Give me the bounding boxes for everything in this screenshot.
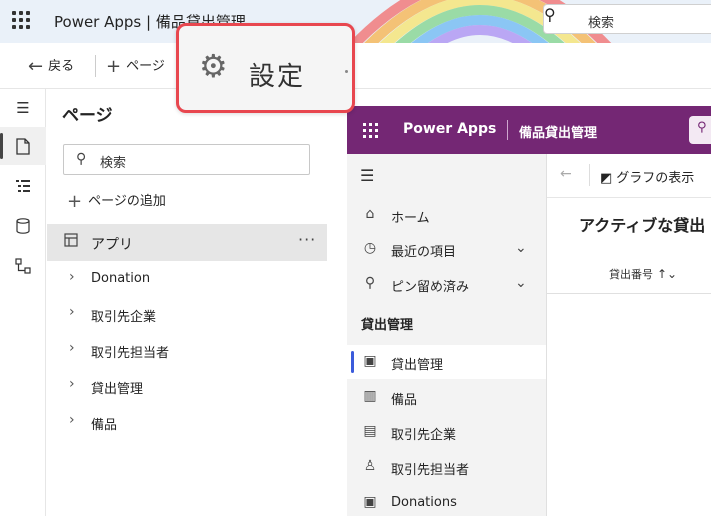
show-chart-button[interactable]: ◩ グラフの表示: [600, 167, 694, 186]
nav-item-donations[interactable]: ▣ Donations: [347, 486, 546, 516]
settings-callout[interactable]: ⚙ 設定: [176, 23, 355, 113]
view-title[interactable]: アクティブな貸出: [579, 212, 705, 236]
plus-icon: +: [67, 191, 83, 212]
add-page-button[interactable]: + ページ: [106, 55, 165, 77]
preview-search-button[interactable]: ⚲: [689, 116, 711, 144]
chevron-down-icon[interactable]: ⌄: [515, 275, 527, 291]
chevron-right-icon[interactable]: ›: [69, 376, 75, 392]
nav-label: 最近の項目: [391, 245, 457, 260]
nav-item-home[interactable]: ⌂ ホーム: [347, 198, 546, 232]
gear-icon: ⚙: [199, 47, 228, 85]
preview-sitemap: ☰ ⌂ ホーム ◷ 最近の項目 ⌄ ⚲ ピン留め済み ⌄ 貸出管理 ▣ 貸出管理…: [347, 154, 546, 516]
app-preview: Power Apps 備品貸出管理 ⚲ ☰ ⌂ ホーム ◷ 最近の項目 ⌄ ⚲ …: [347, 106, 711, 516]
tree-item-label: 備品: [91, 418, 118, 433]
search-icon: ⚲: [697, 120, 707, 135]
nav-label: 取引先担当者: [391, 463, 470, 478]
dot-marker: [345, 70, 348, 73]
search-icon: ⚲: [544, 5, 556, 24]
preview-main: ← ◩ グラフの表示 アクティブな貸出 貸出番号 ↑⌄: [546, 154, 711, 516]
show-chart-label: グラフの表示: [616, 171, 695, 186]
chart-icon: ◩: [600, 171, 613, 186]
preview-title: Power Apps: [403, 121, 497, 137]
tree-item[interactable]: › 取引先企業: [47, 299, 327, 329]
nav-label: Donations: [391, 495, 457, 510]
nav-item-pinned[interactable]: ⚲ ピン留め済み ⌄: [347, 267, 546, 301]
page-icon[interactable]: [0, 127, 46, 165]
divider: [95, 55, 96, 77]
add-page-link[interactable]: + ページの追加: [67, 190, 166, 212]
preview-command-bar: ← ◩ グラフの表示: [547, 154, 711, 198]
pages-panel: ページ ⚲ 検索 + ページの追加 アプリ ··· › Donation › 取引…: [47, 89, 327, 516]
nav-item-contacts[interactable]: ♙ 取引先担当者: [347, 450, 546, 484]
chevron-right-icon[interactable]: ›: [69, 412, 75, 428]
pages-search-placeholder: 検索: [100, 156, 127, 171]
nav-section-title: 貸出管理: [361, 318, 414, 333]
entity-icon: ▣: [363, 353, 377, 369]
nav-label: ホーム: [391, 211, 430, 226]
app-node[interactable]: アプリ ···: [47, 224, 327, 261]
nav-item-loan[interactable]: ▣ 貸出管理: [347, 345, 546, 379]
divider: [547, 293, 711, 294]
app-header: Power Apps | 備品貸出管理 ⚲ 検索: [0, 0, 711, 43]
command-bar: ← 戻る + ページ: [0, 43, 711, 89]
chevron-right-icon[interactable]: ›: [69, 340, 75, 356]
waffle-icon[interactable]: [363, 123, 378, 138]
hamburger-icon[interactable]: ☰: [360, 166, 374, 185]
menu-icon[interactable]: ☰: [0, 89, 46, 127]
preview-header: Power Apps 備品貸出管理 ⚲: [347, 106, 711, 154]
nav-item-recent[interactable]: ◷ 最近の項目 ⌄: [347, 232, 546, 266]
flow-icon[interactable]: [0, 247, 46, 285]
tree-item-label: Donation: [91, 271, 151, 286]
entity-icon: ▣: [363, 494, 377, 510]
tree-item[interactable]: › 取引先担当者: [47, 335, 327, 365]
book-icon: ▥: [363, 388, 377, 404]
pin-icon: ⚲: [364, 275, 376, 291]
nav-label: 取引先企業: [391, 428, 457, 443]
tree-item[interactable]: › 貸出管理: [47, 371, 327, 401]
nav-label: ピン留め済み: [391, 280, 470, 295]
tree-icon[interactable]: [0, 167, 46, 205]
search-placeholder: 検索: [588, 16, 615, 31]
data-icon[interactable]: [0, 207, 46, 245]
divider: [589, 164, 590, 186]
tree-item-label: 貸出管理: [91, 382, 144, 397]
settings-label: 設定: [249, 62, 306, 92]
nav-label: 備品: [391, 393, 418, 408]
nav-label: 貸出管理: [391, 358, 444, 373]
add-page-label: ページの追加: [88, 194, 166, 209]
add-page-label: ページ: [126, 59, 165, 74]
back-button[interactable]: ← 戻る: [28, 55, 74, 77]
left-rail: ☰: [0, 89, 46, 516]
arrow-left-icon[interactable]: ←: [560, 166, 572, 182]
clock-icon: ◷: [363, 240, 377, 256]
tree-item[interactable]: › 備品: [47, 407, 327, 437]
global-search-input[interactable]: ⚲ 検索: [543, 4, 711, 34]
search-icon: ⚲: [76, 151, 87, 167]
arrow-left-icon: ←: [28, 56, 44, 77]
layout-icon: [64, 233, 78, 251]
column-header[interactable]: 貸出番号 ↑⌄: [609, 266, 677, 282]
divider: [507, 120, 508, 140]
plus-icon: +: [106, 56, 122, 77]
nav-item-accounts[interactable]: ▤ 取引先企業: [347, 415, 546, 449]
preview-app-name: 備品貸出管理: [519, 126, 598, 141]
back-label: 戻る: [48, 59, 75, 74]
tree-item-label: 取引先担当者: [91, 346, 170, 361]
chevron-right-icon[interactable]: ›: [69, 269, 75, 285]
app-label: アプリ: [91, 237, 133, 253]
home-icon: ⌂: [365, 206, 375, 222]
pages-search-input[interactable]: ⚲ 検索: [63, 144, 310, 175]
waffle-icon[interactable]: [12, 11, 30, 29]
tree-item[interactable]: › Donation: [47, 264, 327, 294]
sort-icon: ↑⌄: [657, 267, 678, 281]
pages-title: ページ: [62, 106, 113, 126]
building-icon: ▤: [363, 423, 377, 439]
tree-item-label: 取引先企業: [91, 310, 157, 325]
person-icon: ♙: [363, 458, 377, 474]
nav-item-equipment[interactable]: ▥ 備品: [347, 380, 546, 414]
chevron-right-icon[interactable]: ›: [69, 304, 75, 320]
more-options-icon[interactable]: ···: [298, 230, 316, 249]
chevron-down-icon[interactable]: ⌄: [515, 240, 527, 256]
column-header-label: 貸出番号: [609, 268, 653, 281]
